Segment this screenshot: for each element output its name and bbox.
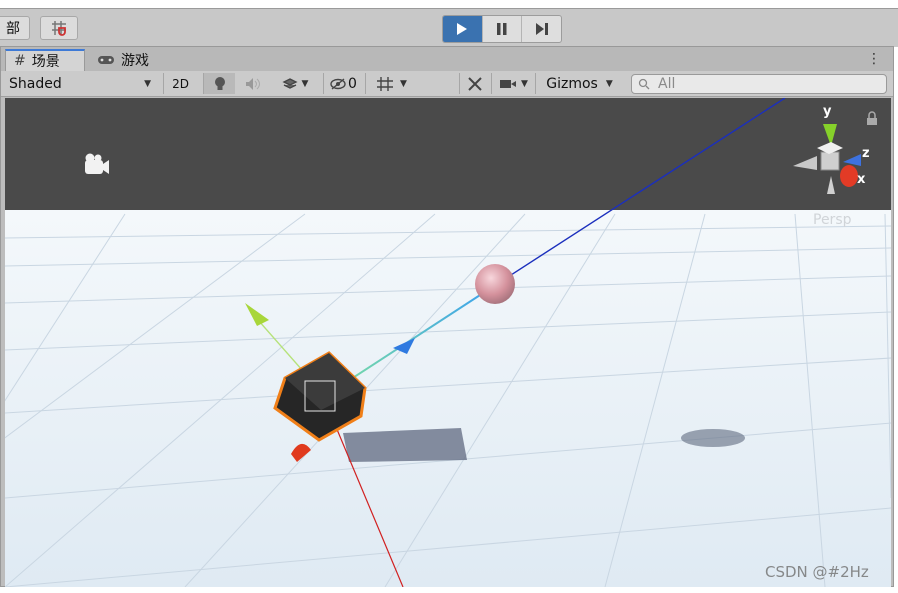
pause-button[interactable] <box>483 16 523 42</box>
lock-icon[interactable] <box>867 118 877 125</box>
video-camera-icon <box>500 79 517 88</box>
2d-label: 2D <box>172 76 189 91</box>
tab-row: # 场景 游戏 ⋮ <box>1 47 893 71</box>
grid-snap-icon <box>52 21 66 36</box>
chevron-down-icon: ▼ <box>400 78 407 89</box>
2d-toggle-button[interactable]: 2D <box>163 73 197 94</box>
search-icon <box>638 78 650 90</box>
sphere-object[interactable] <box>475 264 515 304</box>
lighting-toggle[interactable] <box>203 73 235 94</box>
tab-game[interactable]: 游戏 <box>89 49 159 71</box>
projection-label[interactable]: Persp <box>813 212 852 228</box>
audio-toggle[interactable] <box>237 73 269 94</box>
cube-shadow <box>343 428 467 462</box>
scene-panel: # 场景 游戏 ⋮ Shaded ▼ 2D ▼ 0 ▼ ▼ Gizmos ▼ A… <box>0 46 894 587</box>
eye-slash-icon <box>330 77 346 90</box>
draw-mode-value: Shaded <box>9 75 62 92</box>
truncated-panel-button[interactable]: 部 <box>0 16 30 40</box>
playback-controls <box>442 15 562 43</box>
draw-mode-dropdown[interactable]: Shaded ▼ <box>5 73 155 94</box>
layers-effects-icon <box>281 77 298 89</box>
hidden-objects-toggle[interactable]: 0 <box>323 73 363 94</box>
lightbulb-icon <box>214 76 225 90</box>
pause-icon <box>497 23 507 35</box>
chevron-down-icon: ▼ <box>605 78 613 89</box>
gizmos-label: Gizmos <box>546 75 598 92</box>
step-button[interactable] <box>522 16 561 42</box>
axis-y-label: y <box>823 104 832 119</box>
watermark-text: CSDN @#2Hz <box>765 563 869 581</box>
tab-game-label: 游戏 <box>121 53 149 69</box>
scene-search-input[interactable]: All <box>631 74 887 94</box>
chevron-down-icon: ▼ <box>144 78 151 89</box>
scene-render <box>5 98 891 587</box>
search-placeholder: All <box>658 76 676 92</box>
tools-icon <box>467 76 482 91</box>
sphere-shadow <box>681 429 745 447</box>
scene-hash-icon: # <box>14 53 26 69</box>
gamepad-icon <box>98 56 114 64</box>
scene-viewport[interactable]: y z x Persp CSDN @#2Hz <box>5 98 891 587</box>
panel-menu-icon[interactable]: ⋮ <box>867 51 881 67</box>
axis-x-label: x <box>857 172 866 187</box>
hidden-count: 0 <box>348 75 357 92</box>
chevron-down-icon: ▼ <box>301 78 309 89</box>
truncated-label: 部 <box>6 21 20 37</box>
grid-dropdown[interactable]: ▼ <box>365 73 417 94</box>
play-icon <box>457 23 468 35</box>
ground-plane <box>5 210 891 587</box>
tab-scene-label: 场景 <box>31 54 60 70</box>
play-toolbar: 部 <box>0 8 898 47</box>
gizmos-dropdown[interactable]: Gizmos ▼ <box>535 73 623 94</box>
scene-toolbar: Shaded ▼ 2D ▼ 0 ▼ ▼ Gizmos ▼ All <box>1 71 893 97</box>
tools-button[interactable] <box>459 73 489 94</box>
camera-dropdown[interactable]: ▼ <box>491 73 535 94</box>
play-button[interactable] <box>443 16 483 42</box>
chevron-down-icon: ▼ <box>521 78 528 89</box>
tab-scene[interactable]: # 场景 <box>5 49 85 71</box>
snap-toggle-button[interactable] <box>40 16 78 40</box>
speaker-icon <box>246 77 260 90</box>
effects-dropdown[interactable]: ▼ <box>271 73 319 94</box>
step-icon <box>535 23 548 35</box>
axis-z-label: z <box>862 146 870 161</box>
grid-icon <box>377 76 394 91</box>
